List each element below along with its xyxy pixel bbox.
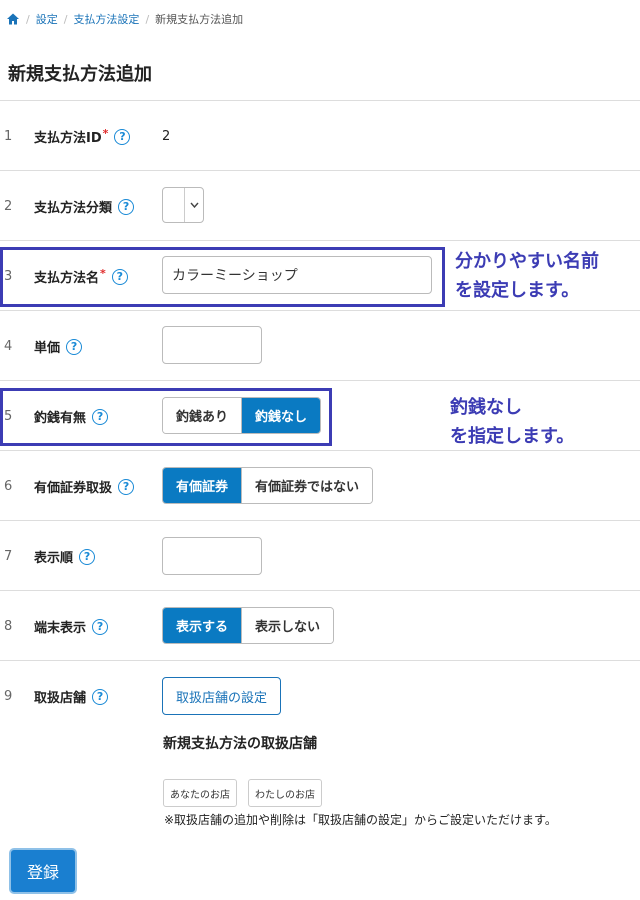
terminal-display-option-hide[interactable]: 表示しない	[241, 608, 334, 643]
row-number: 4	[4, 339, 13, 354]
stores-note: ※取扱店舗の追加や削除は「取扱店舗の設定」からご設定いただけます。	[164, 813, 557, 827]
field-label-text: 有価証券取扱	[34, 481, 113, 496]
annotation-change-hint: 釣銭なし を指定します。	[450, 393, 574, 451]
annotation-line: 釣銭なし	[450, 397, 522, 418]
terminal-display-option-show[interactable]: 表示する	[163, 608, 242, 643]
field-label-display-order: 表示順 ?	[34, 547, 96, 566]
field-label-stores: 取扱店舗 ?	[34, 687, 109, 706]
terminal-display-toggle: 表示する 表示しない	[162, 607, 335, 644]
field-label-text: 単価	[34, 341, 61, 356]
field-label-text: 取扱店舗	[34, 691, 87, 706]
highlight-box-name	[0, 247, 445, 307]
row-number: 9	[4, 689, 13, 704]
payment-id-value: 2	[162, 129, 171, 144]
field-label-terminal-display: 端末表示 ?	[34, 617, 109, 636]
unit-price-input[interactable]	[162, 326, 262, 364]
annotation-line: を設定します。	[455, 280, 580, 301]
help-icon[interactable]: ?	[79, 548, 96, 565]
annotation-line: を指定します。	[450, 426, 575, 447]
row-number: 1	[4, 129, 13, 144]
required-mark: *	[102, 127, 109, 140]
row-divider	[0, 590, 640, 591]
highlight-box-change	[0, 388, 332, 446]
field-label-unit-price: 単価 ?	[34, 337, 83, 356]
row-divider	[0, 380, 640, 381]
home-icon[interactable]	[6, 12, 20, 26]
store-settings-button[interactable]: 取扱店舗の設定	[162, 677, 282, 715]
display-order-input[interactable]	[162, 537, 262, 575]
securities-option-yes[interactable]: 有価証券	[163, 468, 242, 503]
breadcrumb-link-payment-settings[interactable]: 支払方法設定	[73, 11, 139, 27]
stores-subheading: 新規支払方法の取扱店舗	[163, 736, 317, 752]
field-label-text: 端末表示	[34, 621, 87, 636]
help-icon[interactable]: ?	[118, 198, 135, 215]
annotation-name-hint: 分かりやすい名前 を設定します。	[455, 247, 599, 305]
help-icon[interactable]: ?	[66, 338, 83, 355]
breadcrumb-separator: /	[63, 12, 68, 26]
payment-category-select[interactable]	[162, 187, 204, 223]
field-label-payment-id: 支払方法ID * ?	[34, 127, 131, 146]
row-divider	[0, 100, 640, 101]
row-number: 6	[4, 479, 13, 494]
row-divider	[0, 310, 640, 311]
breadcrumb-separator: /	[26, 12, 30, 26]
breadcrumb-current: 新規支払方法追加	[155, 13, 244, 26]
field-label-text: 支払方法分類	[34, 201, 113, 216]
securities-toggle: 有価証券 有価証券ではない	[162, 467, 374, 504]
help-icon[interactable]: ?	[118, 478, 135, 495]
breadcrumb-separator: /	[145, 12, 150, 26]
breadcrumb-link-settings[interactable]: 設定	[36, 11, 58, 27]
store-tag: あなたのお店	[163, 779, 237, 807]
store-tag: わたしのお店	[248, 779, 322, 807]
row-divider	[0, 660, 640, 661]
field-label-text: 支払方法ID	[34, 131, 102, 146]
field-label-text: 表示順	[34, 551, 74, 566]
help-icon[interactable]: ?	[114, 128, 131, 145]
field-label-payment-category: 支払方法分類 ?	[34, 197, 135, 216]
row-divider	[0, 240, 640, 241]
row-number: 2	[4, 199, 13, 214]
annotation-line: 分かりやすい名前	[455, 251, 599, 272]
breadcrumb: / 設定 / 支払方法設定 / 新規支払方法追加	[6, 10, 243, 28]
page-title: 新規支払方法追加	[8, 64, 152, 85]
chevron-down-icon	[184, 188, 203, 222]
row-number: 7	[4, 549, 13, 564]
help-icon[interactable]: ?	[92, 618, 109, 635]
row-divider	[0, 170, 640, 171]
submit-button[interactable]: 登録	[9, 848, 77, 894]
field-label-securities: 有価証券取扱 ?	[34, 477, 135, 496]
securities-option-no[interactable]: 有価証券ではない	[241, 468, 373, 503]
row-number: 8	[4, 619, 13, 634]
row-divider	[0, 520, 640, 521]
help-icon[interactable]: ?	[92, 688, 109, 705]
